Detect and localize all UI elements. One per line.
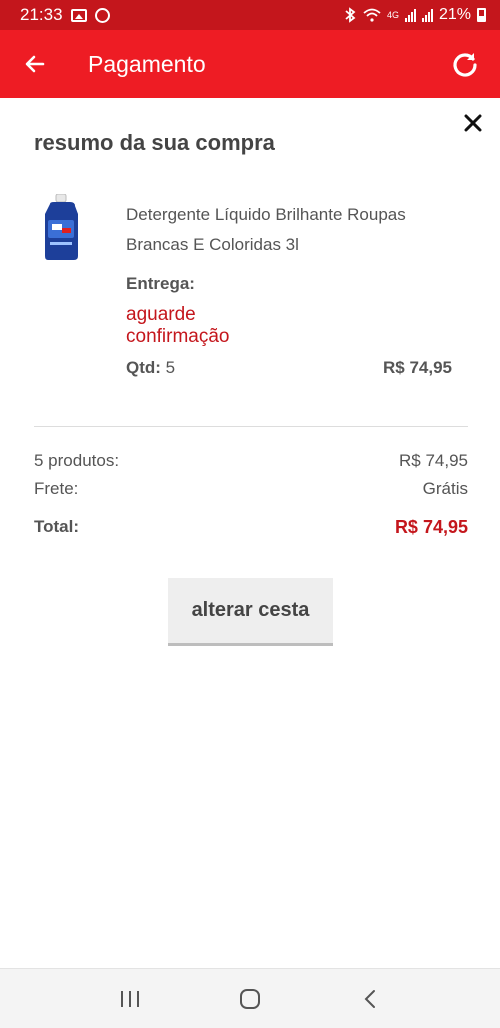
product-name: Detergente Líquido Brilhante Roupas Bran… xyxy=(126,205,406,254)
freight-label: Frete: xyxy=(34,479,79,498)
status-right: 4G 21% xyxy=(343,6,486,24)
products-label: 5 produtos: xyxy=(34,451,120,470)
freight-row: Frete: Grátis xyxy=(34,479,468,499)
item-price: R$ 74,95 xyxy=(383,358,452,377)
back-icon xyxy=(364,989,375,1008)
signal-icon-2 xyxy=(421,8,433,22)
home-button[interactable] xyxy=(230,979,270,1019)
delivery-label: Entrega: xyxy=(126,274,195,293)
total-row: Total: R$ 74,95 xyxy=(34,517,468,538)
nav-back-button[interactable] xyxy=(350,979,390,1019)
product-image xyxy=(45,194,78,260)
arrow-left-icon xyxy=(25,55,45,73)
close-button[interactable] xyxy=(460,110,486,136)
page-title: Pagamento xyxy=(88,50,206,77)
quantity-value: 5 xyxy=(165,358,176,377)
products-row: 5 produtos: R$ 74,95 xyxy=(34,451,468,471)
quantity-label: Qtd: xyxy=(126,358,161,377)
total-value: R$ 74,95 xyxy=(394,517,468,537)
refresh-button[interactable] xyxy=(430,30,500,98)
battery-icon xyxy=(477,8,486,22)
whatsapp-icon xyxy=(94,7,110,23)
close-icon xyxy=(464,114,482,132)
recent-apps-icon xyxy=(121,990,139,1007)
delivery-status: aguarde confirmação xyxy=(126,304,230,347)
battery-percent: 21% xyxy=(438,6,471,23)
network-type: 4G xyxy=(386,10,399,20)
status-time: 21:33 xyxy=(20,5,63,24)
bluetooth-icon xyxy=(345,7,356,23)
products-value: R$ 74,95 xyxy=(399,451,468,470)
status-bar: 21:33 4G 21% xyxy=(0,0,500,30)
refresh-icon xyxy=(453,53,477,77)
recent-apps-button[interactable] xyxy=(110,979,150,1019)
signal-icon xyxy=(404,8,416,22)
purchase-summary-sheet: resumo da sua compra Detergente Líquido … xyxy=(0,98,500,968)
system-nav-bar xyxy=(0,968,500,1028)
summary-title: resumo da sua compra xyxy=(34,130,275,155)
back-button[interactable] xyxy=(0,30,70,98)
app-bar: Pagamento xyxy=(0,30,500,98)
alter-cart-button[interactable]: alterar cesta xyxy=(168,578,333,646)
divider xyxy=(34,426,468,427)
total-label: Total: xyxy=(34,517,80,536)
home-icon xyxy=(240,988,260,1009)
freight-value: Grátis xyxy=(422,479,468,498)
gallery-icon xyxy=(70,8,87,22)
quantity: Qtd: 5 xyxy=(126,358,175,378)
status-left: 21:33 xyxy=(20,5,110,25)
wifi-icon xyxy=(363,8,381,22)
